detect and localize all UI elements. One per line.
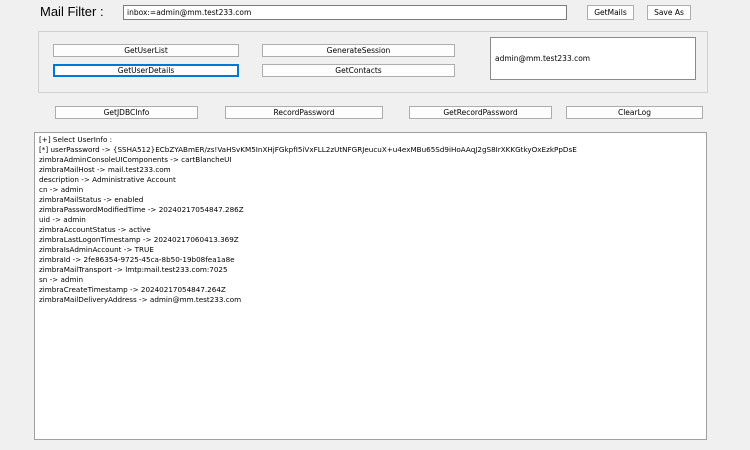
output-line: zimbraPasswordModifiedTime -> 2024021705… — [39, 205, 244, 214]
output-line: cn -> admin — [39, 185, 84, 194]
mail-filter-value: inbox:=admin@mm.test233.com — [127, 8, 252, 17]
output-log[interactable]: [+] Select UserInfo : [*] userPassword -… — [34, 132, 707, 440]
mail-filter-label: Mail Filter : — [40, 4, 104, 19]
output-line: uid -> admin — [39, 215, 86, 224]
session-text: admin@mm.test233.com — [495, 54, 591, 63]
record-password-button[interactable]: RecordPassword — [225, 106, 383, 119]
mail-filter-input[interactable]: inbox:=admin@mm.test233.com — [123, 5, 567, 20]
get-jdbc-info-button[interactable]: GetJDBCInfo — [55, 106, 198, 119]
get-record-password-button[interactable]: GetRecordPassword — [409, 106, 552, 119]
get-mails-button[interactable]: GetMails — [587, 5, 634, 20]
output-line: description -> Administrative Account — [39, 175, 176, 184]
output-line: zimbraMailDeliveryAddress -> admin@mm.te… — [39, 295, 242, 304]
clear-log-button[interactable]: ClearLog — [566, 106, 703, 119]
get-contacts-button[interactable]: GetContacts — [262, 64, 455, 77]
output-line: zimbraIsAdminAccount -> TRUE — [39, 245, 154, 254]
output-line: [+] Select UserInfo : — [39, 135, 113, 144]
output-line: zimbraLastLogonTimestamp -> 202402170604… — [39, 235, 239, 244]
output-line: zimbraAccountStatus -> active — [39, 225, 151, 234]
output-line: zimbraMailStatus -> enabled — [39, 195, 144, 204]
get-user-details-button[interactable]: GetUserDetails — [53, 64, 239, 77]
get-user-list-button[interactable]: GetUserList — [53, 44, 239, 57]
output-line: zimbraCreateTimestamp -> 20240217054847.… — [39, 285, 226, 294]
output-line: zimbraMailTransport -> lmtp:mail.test233… — [39, 265, 228, 274]
session-textbox[interactable]: admin@mm.test233.com — [490, 37, 696, 80]
output-line: zimbraMailHost -> mail.test233.com — [39, 165, 171, 174]
output-line: zimbraId -> 2fe86354-9725-45ca-8b50-19b0… — [39, 255, 235, 264]
save-as-button[interactable]: Save As — [647, 5, 691, 20]
output-line: [*] userPassword -> {SSHA512}ECbZYABmER/… — [39, 145, 577, 154]
generate-session-button[interactable]: GenerateSession — [262, 44, 455, 57]
output-line: sn -> admin — [39, 275, 84, 284]
output-line: zimbraAdminConsoleUIComponents -> cartBl… — [39, 155, 232, 164]
